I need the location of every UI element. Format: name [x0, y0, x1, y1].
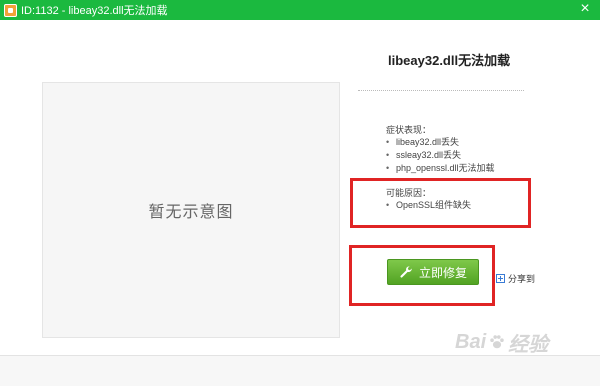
plus-icon [496, 274, 505, 283]
app-icon [4, 3, 17, 17]
wrench-icon [400, 266, 412, 278]
symptoms-list: libeay32.dll丢失 ssleay32.dll丢失 php_openss… [386, 136, 495, 175]
fix-now-button[interactable]: 立即修复 [387, 259, 479, 285]
symptom-item: php_openssl.dll无法加载 [386, 162, 495, 175]
window-titlebar: ID:1132 - libeay32.dll无法加载 × [0, 0, 600, 20]
watermark-text-main: Bai [455, 330, 487, 353]
close-button[interactable]: × [572, 0, 598, 20]
symptoms-heading: 症状表现： [386, 125, 432, 135]
fix-now-label: 立即修复 [418, 265, 467, 280]
paw-icon [490, 335, 504, 349]
dll-title: libeay32.dll无法加载 [388, 53, 511, 68]
share-link[interactable]: 分享到 [496, 272, 535, 285]
causes-highlight-frame [350, 178, 531, 228]
baidu-watermark: Bai 经验 [455, 322, 580, 362]
window-title: ID:1132 - libeay32.dll无法加载 [21, 5, 168, 17]
symptom-item: libeay32.dll丢失 [386, 136, 495, 149]
preview-image-placeholder: 暂无示意图 [42, 82, 340, 338]
watermark-text-after-paw: 经验 [508, 333, 549, 356]
dotted-divider [358, 90, 524, 91]
share-label: 分享到 [508, 274, 536, 284]
symptom-item: ssleay32.dll丢失 [386, 149, 495, 162]
preview-placeholder-text: 暂无示意图 [148, 204, 234, 221]
